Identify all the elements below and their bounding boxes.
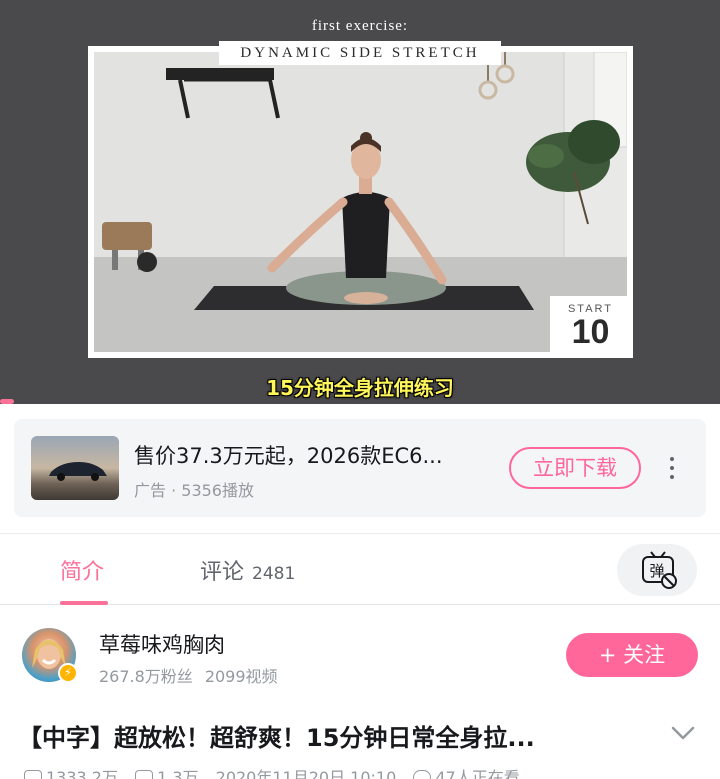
danmaku-off-icon: 弹 — [642, 551, 677, 589]
video-scene — [94, 52, 627, 352]
chevron-down-icon[interactable] — [670, 724, 696, 742]
danmaku-toggle-button[interactable]: 弹 — [617, 544, 697, 596]
ad-card[interactable]: 售价37.3万元起，2026款EC6... 广告 · 5356播放 立即下载 — [14, 419, 706, 517]
follow-button[interactable]: + 关注 — [566, 633, 698, 677]
timer-value: 10 — [571, 313, 610, 351]
publish-date: 2020年11月20日 10:10 — [215, 768, 397, 779]
tab-intro[interactable]: 简介 — [60, 554, 104, 586]
danmaku-count: 1.3万 — [157, 768, 199, 779]
car-icon — [49, 462, 107, 481]
watching-icon — [413, 770, 432, 779]
ad-thumbnail[interactable] — [31, 436, 119, 500]
view-count: 1333.2万 — [46, 768, 118, 779]
uploader-name[interactable]: 草莓味鸡胸肉 — [99, 629, 225, 659]
video-count: 2099视频 — [204, 667, 278, 686]
follower-count: 267.8万粉丝 — [99, 667, 193, 686]
danmaku-count-item: 1.3万 — [135, 764, 199, 779]
exercise-label: first exercise: — [311, 18, 409, 34]
watching-item: 47人正在看 — [413, 764, 520, 779]
comments-count: 2481 — [252, 564, 296, 584]
video-player[interactable]: first exercise: DYNAMIC SIDE STRETCH STA… — [0, 0, 720, 404]
verified-badge-icon: ⚡ — [58, 663, 78, 683]
view-count-item: 1333.2万 — [24, 764, 118, 779]
tab-bar: 简介 评论 2481 弹 — [0, 533, 720, 605]
play-count-icon — [24, 770, 42, 779]
watching-count: 47人正在看 — [435, 768, 520, 779]
danmaku-count-icon — [135, 770, 154, 779]
video-title[interactable]: 【中字】超放松！超舒爽！15分钟日常全身拉... — [18, 718, 618, 753]
ad-meta: 广告 · 5356播放 — [134, 481, 254, 500]
ad-title[interactable]: 售价37.3万元起，2026款EC6... — [134, 440, 494, 470]
timer-box: START 10 — [550, 296, 631, 356]
exercise-illustration — [94, 52, 627, 352]
tab-active-indicator — [60, 601, 108, 605]
uploader-stats: 267.8万粉丝 2099视频 — [99, 663, 278, 687]
tab-comments[interactable]: 评论 2481 — [200, 554, 295, 586]
more-icon[interactable] — [662, 451, 682, 485]
video-subtitle: 15分钟全身拉伸练习 — [266, 376, 454, 400]
exercise-title: DYNAMIC SIDE STRETCH — [219, 41, 501, 65]
progress-handle[interactable] — [0, 399, 14, 404]
video-stats: 1333.2万 1.3万 2020年11月20日 10:10 47人正在看 — [24, 764, 704, 779]
download-button[interactable]: 立即下载 — [509, 447, 641, 489]
tab-comments-label: 评论 — [200, 560, 245, 585]
